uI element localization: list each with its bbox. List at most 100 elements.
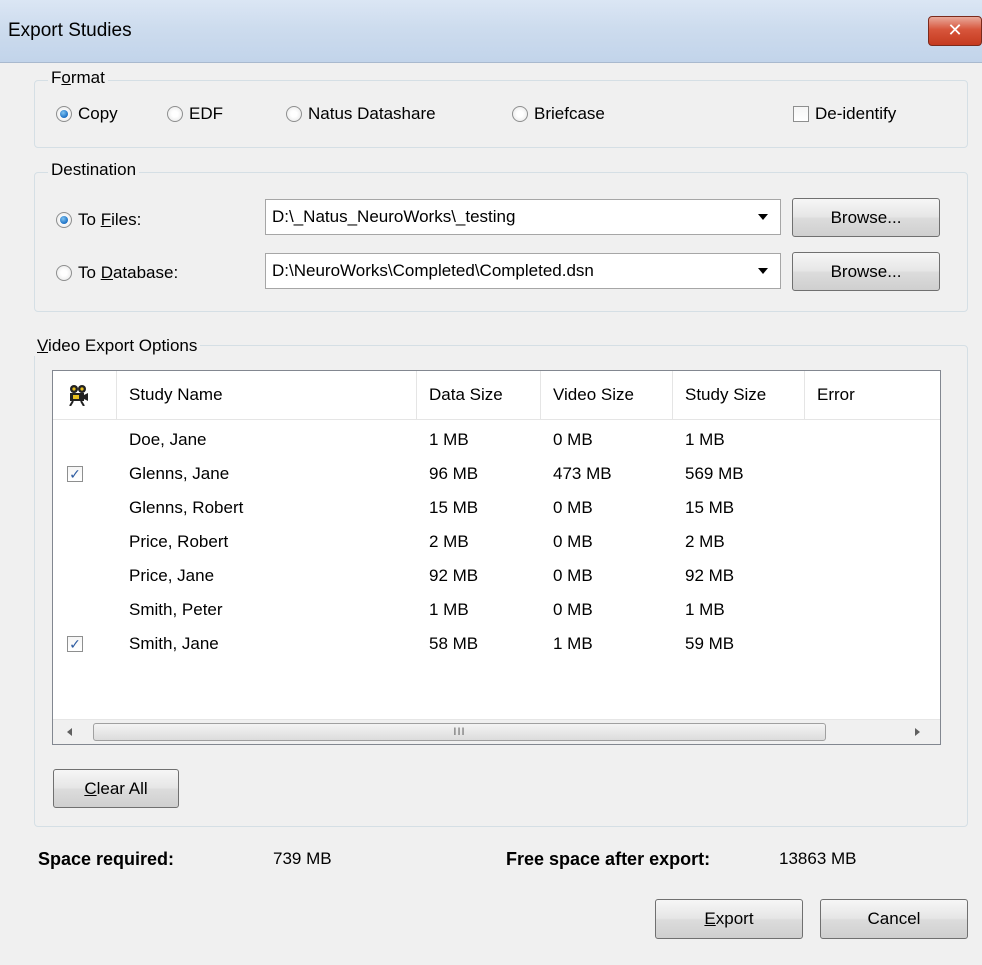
free-space-label: Free space after export:	[506, 849, 711, 869]
study-name-cell: Smith, Jane	[129, 634, 219, 653]
export-label: Export	[704, 909, 754, 928]
scroll-grip-icon: III	[453, 726, 466, 738]
radio-icon	[512, 106, 528, 122]
table-row[interactable]: Price, Robert 2 MB 0 MB 2 MB	[53, 525, 940, 559]
scroll-right-icon[interactable]	[915, 728, 920, 736]
deidentify-checkbox[interactable]: De-identify	[793, 104, 896, 124]
format-briefcase-label: Briefcase	[534, 104, 605, 123]
column-header-study-name[interactable]: Study Name	[117, 371, 417, 419]
close-icon: ✕	[947, 20, 963, 40]
row-checkbox[interactable]: ✓	[67, 636, 83, 652]
clear-all-label: Clear All	[84, 778, 148, 798]
study-size-cell: 2 MB	[685, 532, 725, 551]
data-size-cell: 15 MB	[429, 498, 479, 517]
study-name-cell: Glenns, Robert	[129, 498, 244, 517]
database-path-value: D:\NeuroWorks\Completed\Completed.dsn	[272, 261, 594, 280]
studies-list[interactable]: Study Name Data Size Video Size Study Si…	[52, 370, 941, 745]
radio-icon	[56, 212, 72, 228]
column-header-data-size[interactable]: Data Size	[417, 371, 541, 419]
list-header: Study Name Data Size Video Size Study Si…	[53, 371, 940, 420]
browse-database-button[interactable]: Browse...	[792, 252, 940, 291]
study-size-cell: 1 MB	[685, 430, 725, 449]
column-header-error[interactable]: Error	[805, 371, 940, 419]
format-copy-label: Copy	[78, 104, 118, 123]
study-name-cell: Doe, Jane	[129, 430, 207, 449]
format-legend: Format	[48, 68, 108, 88]
destination-legend: Destination	[48, 160, 140, 180]
format-edf-label: EDF	[189, 104, 223, 123]
to-database-radio[interactable]: To Database:	[56, 263, 178, 283]
browse-files-label: Browse...	[830, 207, 902, 227]
video-size-cell: 473 MB	[553, 464, 612, 483]
scroll-left-icon[interactable]	[67, 728, 72, 736]
export-button[interactable]: Export	[655, 899, 803, 939]
format-datashare-radio[interactable]: Natus Datashare	[286, 104, 436, 124]
video-size-cell: 0 MB	[553, 498, 593, 517]
video-size-cell: 0 MB	[553, 600, 593, 619]
deidentify-label: De-identify	[815, 104, 897, 123]
free-space-value: 13863 MB	[779, 849, 857, 868]
space-required-label: Space required:	[38, 849, 175, 869]
video-size-cell: 0 MB	[553, 532, 593, 551]
video-export-legend: Video Export Options	[34, 336, 201, 356]
data-size-cell: 1 MB	[429, 430, 469, 449]
study-size-cell: 569 MB	[685, 464, 744, 483]
column-header-video[interactable]	[53, 371, 117, 419]
space-required-value: 739 MB	[273, 849, 332, 868]
row-checkbox[interactable]: ✓	[67, 466, 83, 482]
data-size-cell: 96 MB	[429, 464, 479, 483]
cancel-label: Cancel	[867, 909, 921, 928]
video-size-cell: 0 MB	[553, 430, 593, 449]
database-path-combo[interactable]: D:\NeuroWorks\Completed\Completed.dsn	[265, 253, 781, 289]
to-database-label: To Database:	[78, 263, 179, 282]
data-size-cell: 58 MB	[429, 634, 479, 653]
title-bar: Export Studies ✕	[0, 0, 982, 63]
cancel-button[interactable]: Cancel	[820, 899, 968, 939]
study-name-cell: Price, Robert	[129, 532, 229, 551]
to-files-radio[interactable]: To Files:	[56, 210, 141, 230]
destination-group	[34, 172, 968, 312]
horizontal-scrollbar[interactable]: III	[53, 719, 940, 744]
browse-database-label: Browse...	[830, 261, 902, 281]
format-edf-radio[interactable]: EDF	[167, 104, 223, 124]
table-row[interactable]: Glenns, Robert 15 MB 0 MB 15 MB	[53, 491, 940, 525]
radio-icon	[56, 106, 72, 122]
checkbox-icon	[793, 106, 809, 122]
video-camera-icon	[69, 385, 88, 406]
column-header-study-size[interactable]: Study Size	[673, 371, 805, 419]
study-size-cell: 1 MB	[685, 600, 725, 619]
files-path-value: D:\_Natus_NeuroWorks\_testing	[272, 207, 516, 226]
data-size-cell: 92 MB	[429, 566, 479, 585]
clear-all-button[interactable]: Clear All	[53, 769, 179, 808]
scroll-thumb[interactable]: III	[93, 723, 826, 741]
study-name-cell: Glenns, Jane	[129, 464, 230, 483]
files-path-combo[interactable]: D:\_Natus_NeuroWorks\_testing	[265, 199, 781, 235]
table-row[interactable]: Price, Jane 92 MB 0 MB 92 MB	[53, 559, 940, 593]
video-size-cell: 1 MB	[553, 634, 593, 653]
dropdown-arrow-icon	[758, 214, 768, 220]
study-size-cell: 15 MB	[685, 498, 735, 517]
to-files-label: To Files:	[78, 210, 142, 229]
window-title: Export Studies	[8, 20, 132, 41]
video-size-cell: 0 MB	[553, 566, 593, 585]
format-copy-radio[interactable]: Copy	[56, 104, 118, 124]
browse-files-button[interactable]: Browse...	[792, 198, 940, 237]
data-size-cell: 2 MB	[429, 532, 469, 551]
study-size-cell: 59 MB	[685, 634, 735, 653]
format-briefcase-radio[interactable]: Briefcase	[512, 104, 605, 124]
radio-icon	[286, 106, 302, 122]
study-name-cell: Smith, Peter	[129, 600, 223, 619]
format-datashare-label: Natus Datashare	[308, 104, 436, 123]
study-name-cell: Price, Jane	[129, 566, 215, 585]
close-button[interactable]: ✕	[928, 16, 982, 46]
table-row[interactable]: ✓ Glenns, Jane 96 MB 473 MB 569 MB	[53, 457, 940, 491]
radio-icon	[167, 106, 183, 122]
table-row[interactable]: Smith, Peter 1 MB 0 MB 1 MB	[53, 593, 940, 627]
radio-icon	[56, 265, 72, 281]
data-size-cell: 1 MB	[429, 600, 469, 619]
table-row[interactable]: ✓ Smith, Jane 58 MB 1 MB 59 MB	[53, 627, 940, 661]
column-header-video-size[interactable]: Video Size	[541, 371, 673, 419]
study-size-cell: 92 MB	[685, 566, 735, 585]
table-row[interactable]: Doe, Jane 1 MB 0 MB 1 MB	[53, 423, 940, 457]
dropdown-arrow-icon	[758, 268, 768, 274]
